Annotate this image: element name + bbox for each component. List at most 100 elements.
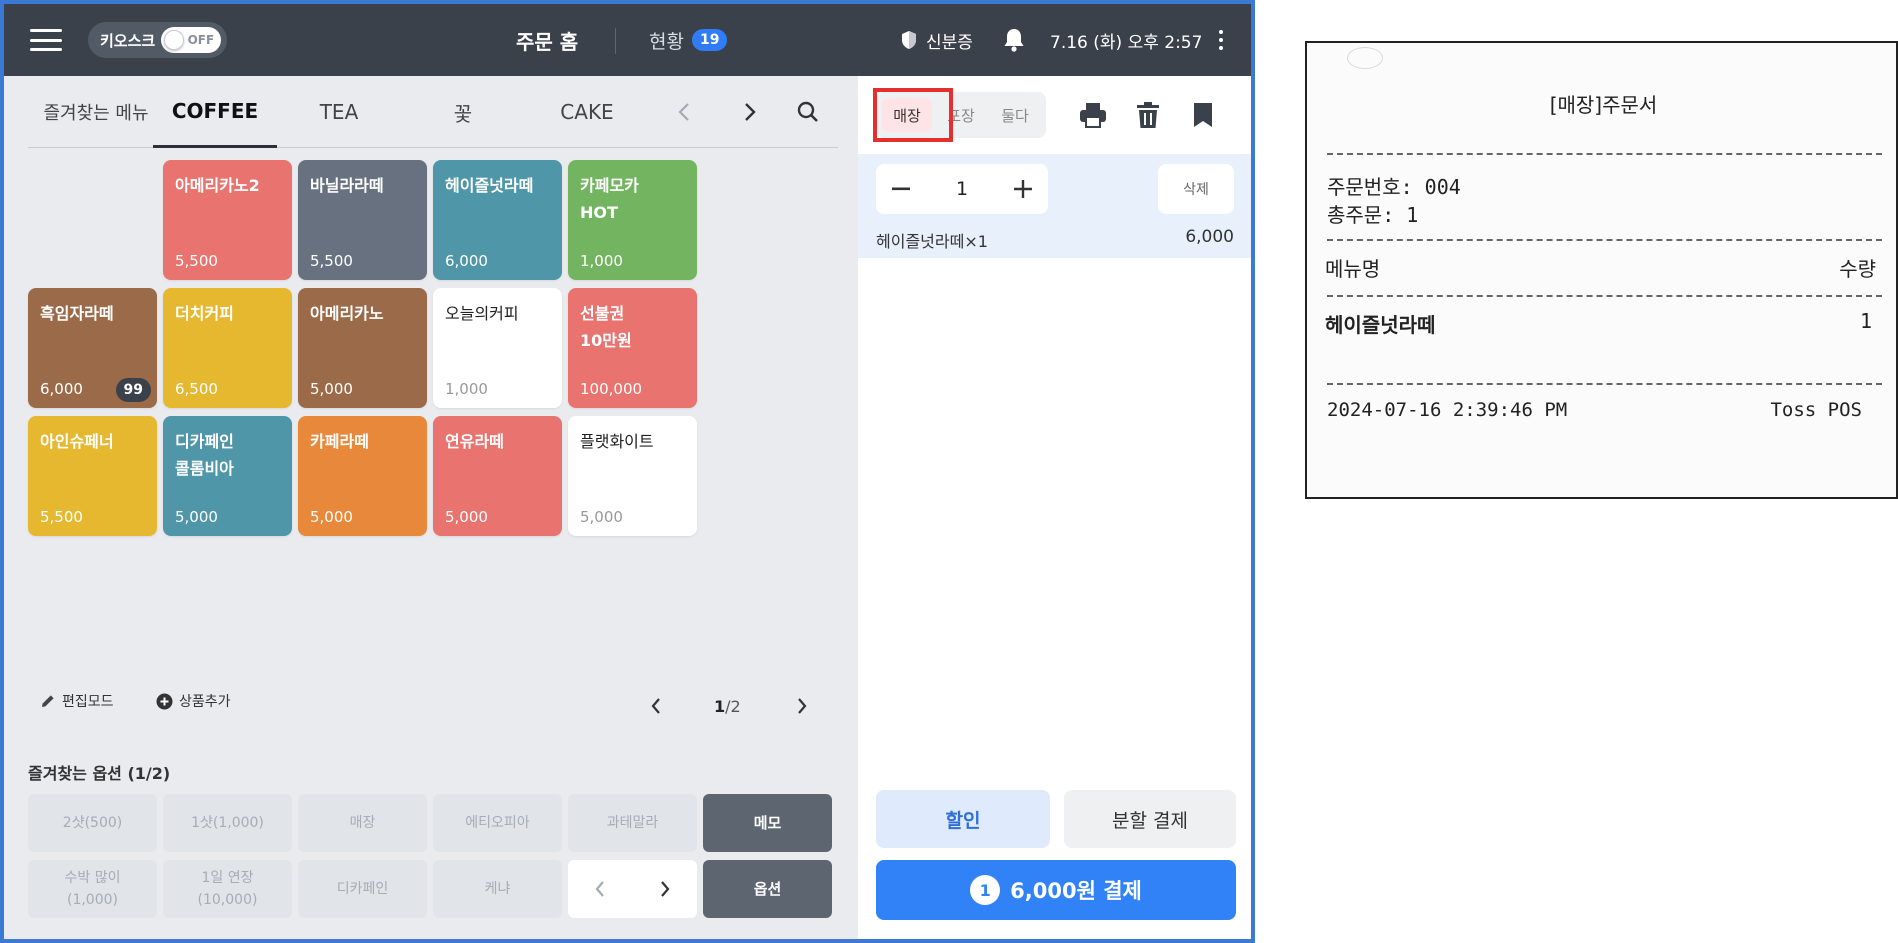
menu-tile-price: 6,500 bbox=[175, 380, 218, 398]
option-button[interactable]: 1일 연장 (10,000) bbox=[163, 860, 292, 918]
chevron-right-icon[interactable] bbox=[633, 860, 698, 918]
hamburger-menu-icon[interactable] bbox=[26, 4, 66, 76]
menu-tile[interactable]: 플랫화이트 5,000 bbox=[568, 416, 697, 536]
menu-tile-name: 선불권 10만원 bbox=[580, 304, 632, 350]
id-check-button[interactable]: 신분증 bbox=[900, 4, 973, 76]
chevron-left-icon[interactable] bbox=[568, 860, 633, 918]
quantity-stepper: 1 bbox=[876, 164, 1048, 214]
pencil-icon bbox=[42, 695, 54, 707]
search-icon[interactable] bbox=[794, 98, 822, 126]
status-label: 현황 bbox=[649, 30, 684, 53]
quantity-value: 1 bbox=[955, 178, 969, 200]
status-tab[interactable]: 현황 19 bbox=[649, 4, 728, 76]
order-item-price: 6,000 bbox=[1185, 227, 1234, 247]
category-bar: 즐겨찾는 메뉴 COFFEE TEA 꽃 CAKE bbox=[28, 76, 838, 148]
highlight-box bbox=[873, 88, 953, 142]
tab-tea[interactable]: TEA bbox=[277, 76, 401, 148]
menu-tile-name: 연유라떼 bbox=[445, 432, 504, 451]
trash-icon[interactable] bbox=[1133, 98, 1163, 132]
id-check-label: 신분증 bbox=[926, 32, 973, 53]
minus-icon[interactable] bbox=[876, 164, 926, 214]
tab-coffee[interactable]: COFFEE bbox=[153, 76, 277, 148]
menu-tile-price: 5,000 bbox=[445, 508, 488, 526]
bell-icon[interactable] bbox=[1002, 4, 1026, 76]
menu-tile[interactable]: 더치커피 6,500 bbox=[163, 288, 292, 408]
status-count-badge: 19 bbox=[691, 29, 728, 51]
menu-tile[interactable]: 아메리카노2 5,500 bbox=[163, 160, 292, 280]
kiosk-switch[interactable]: OFF bbox=[161, 27, 222, 53]
pay-button[interactable]: 1 6,000원 결제 bbox=[876, 860, 1236, 920]
menu-tile-name: 디카페인 콜롬비아 bbox=[175, 432, 234, 478]
bookmark-icon[interactable] bbox=[1188, 98, 1218, 132]
edit-mode-button[interactable]: 편집모드 bbox=[40, 691, 114, 711]
menu-tile[interactable]: 흑임자라떼 6,000 99 bbox=[28, 288, 157, 408]
more-vertical-icon[interactable] bbox=[1209, 4, 1233, 76]
option-button[interactable]: 매장 bbox=[298, 794, 427, 852]
receipt-menu-header: 메뉴명 bbox=[1325, 257, 1381, 281]
option-button[interactable]: 1샷(1,000) bbox=[163, 794, 292, 852]
menu-tile-price: 100,000 bbox=[580, 380, 643, 398]
option-button[interactable]: 과테말라 bbox=[568, 794, 697, 852]
receipt-item-qty: 1 bbox=[1859, 309, 1872, 333]
logo-watermark bbox=[1347, 47, 1383, 69]
menu-tile-name: 아인슈페너 bbox=[40, 432, 114, 451]
dashed-divider bbox=[1327, 383, 1882, 385]
menu-tile[interactable]: 디카페인 콜롬비아 5,000 bbox=[163, 416, 292, 536]
dashed-divider bbox=[1327, 153, 1882, 155]
delete-button[interactable]: 삭제 bbox=[1158, 164, 1234, 214]
order-item[interactable]: 1 삭제 헤이즐넛라떼×1 6,000 bbox=[858, 154, 1251, 258]
discount-button[interactable]: 할인 bbox=[876, 790, 1050, 848]
menu-tile-name: 카페라떼 bbox=[310, 432, 369, 451]
menu-tile-name: 플랫화이트 bbox=[580, 432, 654, 451]
menu-tile[interactable]: 카페라떼 5,000 bbox=[298, 416, 427, 536]
kiosk-toggle[interactable]: 키오스크 OFF bbox=[88, 22, 228, 58]
menu-tile[interactable]: 헤이즐넛라떼 6,000 bbox=[433, 160, 562, 280]
menu-tile-price: 5,500 bbox=[40, 508, 83, 526]
menu-tile[interactable]: 연유라떼 5,000 bbox=[433, 416, 562, 536]
chevron-left-icon[interactable] bbox=[670, 98, 698, 126]
menu-tile[interactable]: 카페모카 HOT 1,000 bbox=[568, 160, 697, 280]
option-button[interactable]: 디카페인 bbox=[298, 860, 427, 918]
split-payment-button[interactable]: 분할 결제 bbox=[1064, 790, 1236, 848]
menu-tile[interactable]: 아인슈페너 5,500 bbox=[28, 416, 157, 536]
kiosk-state: OFF bbox=[187, 33, 215, 47]
printer-icon[interactable] bbox=[1078, 98, 1108, 132]
option-button[interactable]: 케냐 bbox=[433, 860, 562, 918]
chevron-right-icon[interactable] bbox=[736, 98, 764, 126]
receipt-item-name: 헤이즐넛라떼 bbox=[1325, 313, 1436, 337]
stock-badge: 99 bbox=[115, 378, 151, 402]
add-product-label: 상품추가 bbox=[179, 694, 231, 710]
order-panel: 매장 포장 둘다 1 삭제 헤이즐넛라떼×1 6,000 할인 분할 결제 1 … bbox=[858, 76, 1251, 939]
menu-tile[interactable]: 아메리카노 5,000 bbox=[298, 288, 427, 408]
memo-button[interactable]: 메모 bbox=[703, 794, 832, 852]
receipt-qty-header: 수량 bbox=[1839, 257, 1876, 281]
tab-cake[interactable]: CAKE bbox=[525, 76, 649, 148]
menu-tile[interactable]: 바닐라라떼 5,500 bbox=[298, 160, 427, 280]
page-prev-icon[interactable] bbox=[644, 693, 668, 719]
tab-flower[interactable]: 꽃 bbox=[401, 76, 525, 148]
menu-tile[interactable]: 오늘의커피 1,000 bbox=[433, 288, 562, 408]
menu-tile-name: 흑임자라떼 bbox=[40, 304, 114, 323]
menu-tile-name: 바닐라라떼 bbox=[310, 176, 384, 195]
receipt-total-orders: 총주문: 1 bbox=[1327, 203, 1419, 227]
menu-tile[interactable]: 선불권 10만원 100,000 bbox=[568, 288, 697, 408]
switch-knob bbox=[164, 30, 185, 50]
option-button[interactable]: 에티오피아 bbox=[433, 794, 562, 852]
divider bbox=[615, 28, 616, 54]
tab-favorites[interactable]: 즐겨찾는 메뉴 bbox=[36, 76, 156, 148]
option-button[interactable]: 2샷(500) bbox=[28, 794, 157, 852]
page-current: 1 bbox=[714, 697, 726, 716]
add-product-button[interactable]: 상품추가 bbox=[156, 691, 231, 711]
option-button[interactable]: 수박 많이 (1,000) bbox=[28, 860, 157, 918]
pay-item-count: 1 bbox=[970, 875, 1001, 905]
pos-window: 키오스크 OFF 주문 홈 현황 19 신분증 7.16 (화) 오후 2:57… bbox=[0, 0, 1255, 943]
menu-tile-price: 5,000 bbox=[580, 508, 623, 526]
type-both[interactable]: 둘다 bbox=[990, 98, 1040, 132]
option-button-main[interactable]: 옵션 bbox=[703, 860, 832, 918]
menu-tile-price: 5,000 bbox=[310, 508, 353, 526]
order-home-tab[interactable]: 주문 홈 bbox=[516, 4, 578, 76]
menu-tile-price: 5,000 bbox=[310, 380, 353, 398]
dashed-divider bbox=[1327, 295, 1882, 297]
plus-icon[interactable] bbox=[998, 164, 1048, 214]
page-next-icon[interactable] bbox=[790, 693, 814, 719]
